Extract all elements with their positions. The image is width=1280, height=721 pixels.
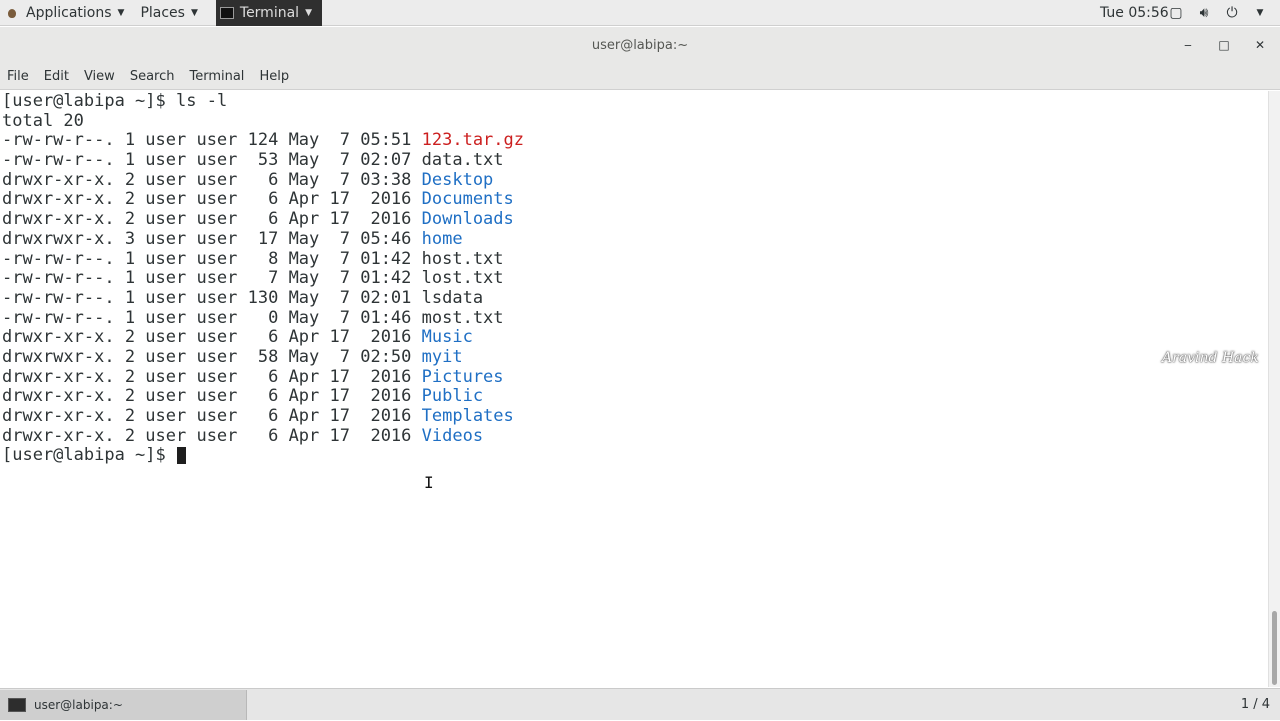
file-name: 123.tar.gz bbox=[421, 130, 524, 151]
terminal-app-label: Terminal bbox=[239, 4, 300, 21]
window-icon[interactable]: ▢ bbox=[1168, 5, 1184, 21]
places-label: Places bbox=[140, 4, 185, 21]
chevron-down-icon: ▼ bbox=[305, 7, 312, 18]
file-name: Desktop bbox=[421, 169, 494, 190]
maximize-button[interactable]: □ bbox=[1212, 27, 1236, 63]
menu-help[interactable]: Help bbox=[259, 69, 289, 84]
list-item: drwxrwxr-x. 3 user user 17 May 7 05:46 h… bbox=[2, 228, 1268, 250]
chevron-down-icon[interactable]: ▼ bbox=[1252, 8, 1268, 18]
menu-edit[interactable]: Edit bbox=[44, 69, 69, 84]
workspace-indicator[interactable]: 1 / 4 bbox=[1241, 689, 1270, 721]
file-name: most.txt bbox=[421, 307, 504, 328]
places-menu[interactable]: Places ▼ bbox=[132, 0, 205, 26]
file-meta: -rw-rw-r--. 1 user user 124 May 7 05:51 bbox=[2, 130, 422, 151]
file-meta: drwxr-xr-x. 2 user user 6 Apr 17 2016 bbox=[2, 327, 422, 348]
list-item: drwxr-xr-x. 2 user user 6 May 7 03:38 De… bbox=[2, 169, 1268, 191]
menu-terminal[interactable]: Terminal bbox=[189, 69, 244, 84]
menubar: File Edit View Search Terminal Help bbox=[0, 63, 1280, 90]
list-item: drwxr-xr-x. 2 user user 6 Apr 17 2016 Do… bbox=[2, 209, 1268, 230]
watermark: Aravind Hack bbox=[1162, 350, 1259, 366]
file-name: Pictures bbox=[421, 366, 504, 387]
file-meta: -rw-rw-r--. 1 user user 8 May 7 01:42 bbox=[2, 248, 422, 269]
file-name: Videos bbox=[421, 425, 484, 446]
file-meta: drwxr-xr-x. 2 user user 6 Apr 17 2016 bbox=[2, 406, 422, 426]
file-name: Documents bbox=[421, 189, 514, 210]
file-name: lost.txt bbox=[421, 268, 504, 289]
file-meta: drwxr-xr-x. 2 user user 6 Apr 17 2016 bbox=[2, 386, 422, 407]
file-name: host.txt bbox=[421, 248, 504, 269]
file-name: home bbox=[421, 228, 463, 249]
volume-icon[interactable]: 🔊︎ bbox=[1196, 5, 1212, 21]
file-name: Public bbox=[421, 386, 484, 407]
terminal-icon bbox=[8, 698, 26, 712]
taskbar-item-label: user@labipa:~ bbox=[34, 698, 123, 712]
power-icon[interactable]: ⏻ bbox=[1224, 5, 1240, 21]
command-text: ls -l bbox=[176, 91, 228, 111]
list-item: drwxrwxr-x. 2 user user 58 May 7 02:50 m… bbox=[2, 346, 1268, 368]
applications-menu[interactable]: Applications ▼ bbox=[0, 0, 132, 26]
terminal-icon bbox=[219, 6, 234, 19]
list-item: -rw-rw-r--. 1 user user 7 May 7 01:42 lo… bbox=[2, 268, 1268, 289]
command-line: [user@labipa ~]$ ls -l bbox=[2, 91, 1268, 112]
menu-search[interactable]: Search bbox=[130, 69, 175, 84]
system-tray[interactable]: ▢ 🔊︎ ⏻ ▼ bbox=[1168, 0, 1268, 26]
file-name: myit bbox=[421, 346, 463, 367]
file-name: Templates bbox=[421, 406, 514, 426]
chevron-down-icon: ▼ bbox=[190, 7, 198, 18]
menu-file[interactable]: File bbox=[7, 69, 29, 84]
minimize-button[interactable]: ‒ bbox=[1176, 27, 1200, 63]
text-cursor bbox=[177, 446, 186, 464]
list-item: -rw-rw-r--. 1 user user 130 May 7 02:01 … bbox=[2, 287, 1268, 309]
file-meta: -rw-rw-r--. 1 user user 0 May 7 01:46 bbox=[2, 307, 422, 328]
listing: -rw-rw-r--. 1 user user 124 May 7 05:51 … bbox=[2, 131, 1268, 446]
clock[interactable]: Tue 05:56 bbox=[1100, 0, 1169, 26]
close-button[interactable]: ✕ bbox=[1248, 27, 1272, 63]
ibeam-cursor-icon: I bbox=[424, 473, 434, 492]
window-title: user@labipa:~ bbox=[591, 37, 689, 53]
file-meta: drwxr-xr-x. 2 user user 6 Apr 17 2016 bbox=[2, 425, 422, 446]
prompt: [user@labipa ~]$ bbox=[2, 445, 176, 466]
file-meta: drwxr-xr-x. 2 user user 6 Apr 17 2016 bbox=[2, 366, 422, 387]
file-meta: drwxr-xr-x. 2 user user 6 May 7 03:38 bbox=[2, 169, 422, 190]
file-meta: drwxr-xr-x. 2 user user 6 Apr 17 2016 bbox=[2, 209, 422, 230]
file-name: Music bbox=[421, 327, 473, 348]
file-name: data.txt bbox=[421, 150, 504, 171]
file-meta: drwxrwxr-x. 2 user user 58 May 7 02:50 bbox=[2, 346, 422, 367]
file-meta: -rw-rw-r--. 1 user user 53 May 7 02:07 bbox=[2, 150, 422, 171]
list-item: drwxr-xr-x. 2 user user 6 Apr 17 2016 Pi… bbox=[2, 366, 1268, 388]
list-item: -rw-rw-r--. 1 user user 124 May 7 05:51 … bbox=[2, 131, 1268, 151]
scrollbar-thumb[interactable] bbox=[1272, 611, 1277, 685]
list-item: drwxr-xr-x. 2 user user 6 Apr 17 2016 Pu… bbox=[2, 386, 1268, 407]
file-meta: -rw-rw-r--. 1 user user 130 May 7 02:01 bbox=[2, 287, 422, 308]
scrollbar[interactable] bbox=[1268, 91, 1280, 687]
menu-view[interactable]: View bbox=[84, 69, 115, 84]
list-item: drwxr-xr-x. 2 user user 6 Apr 17 2016 Mu… bbox=[2, 327, 1268, 348]
terminal-app-menu[interactable]: Terminal ▼ bbox=[215, 0, 322, 26]
gnome-foot-icon bbox=[6, 6, 20, 20]
applications-label: Applications bbox=[26, 4, 112, 21]
list-item: drwxr-xr-x. 2 user user 6 Apr 17 2016 Vi… bbox=[2, 425, 1268, 447]
prompt: [user@labipa ~]$ bbox=[2, 91, 176, 111]
list-item: -rw-rw-r--. 1 user user 53 May 7 02:07 d… bbox=[2, 150, 1268, 171]
top-panel: Applications ▼ Places ▼ Terminal ▼ Tue 0… bbox=[0, 0, 1280, 26]
terminal-output[interactable]: [user@labipa ~]$ ls -l total 20 -rw-rw-r… bbox=[0, 91, 1268, 687]
bottom-panel: user@labipa:~ 1 / 4 bbox=[0, 688, 1280, 720]
file-name: lsdata bbox=[421, 287, 484, 308]
total-line: total 20 bbox=[2, 110, 84, 131]
file-meta: drwxrwxr-x. 3 user user 17 May 7 05:46 bbox=[2, 228, 422, 249]
taskbar-item-terminal[interactable]: user@labipa:~ bbox=[0, 690, 247, 720]
window-titlebar[interactable]: user@labipa:~ bbox=[0, 27, 1280, 63]
file-name: Downloads bbox=[421, 209, 514, 230]
list-item: drwxr-xr-x. 2 user user 6 Apr 17 2016 Do… bbox=[2, 190, 1268, 210]
chevron-down-icon: ▼ bbox=[117, 7, 125, 18]
current-prompt-line[interactable]: [user@labipa ~]$ bbox=[2, 446, 1268, 466]
list-item: drwxr-xr-x. 2 user user 6 Apr 17 2016 Te… bbox=[2, 406, 1268, 427]
list-item: -rw-rw-r--. 1 user user 0 May 7 01:46 mo… bbox=[2, 307, 1268, 329]
file-meta: drwxr-xr-x. 2 user user 6 Apr 17 2016 bbox=[2, 189, 422, 210]
file-meta: -rw-rw-r--. 1 user user 7 May 7 01:42 bbox=[2, 268, 422, 289]
list-item: -rw-rw-r--. 1 user user 8 May 7 01:42 ho… bbox=[2, 248, 1268, 270]
